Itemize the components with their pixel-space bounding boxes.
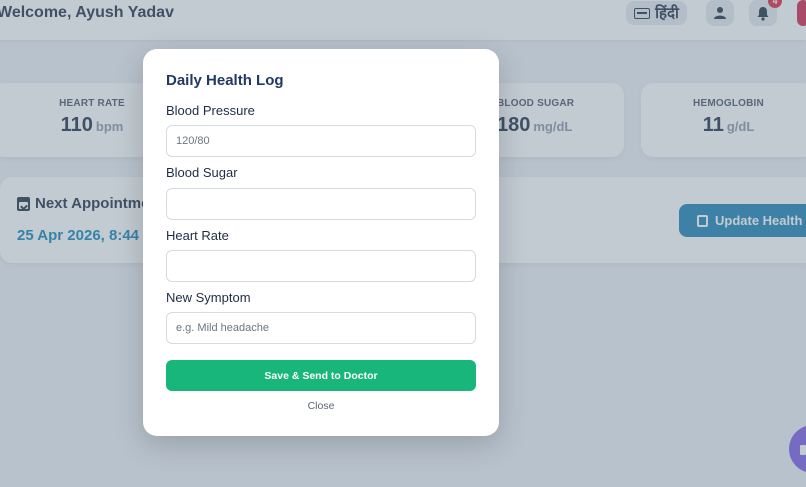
blood-sugar-label: Blood Sugar bbox=[166, 165, 238, 180]
daily-health-log-modal: Daily Health Log Blood Pressure Blood Su… bbox=[143, 49, 499, 436]
new-symptom-label: New Symptom bbox=[166, 290, 251, 305]
heart-rate-input[interactable] bbox=[166, 250, 476, 282]
heart-rate-label: Heart Rate bbox=[166, 228, 229, 243]
new-symptom-input[interactable] bbox=[166, 312, 476, 344]
blood-sugar-input[interactable] bbox=[166, 188, 476, 220]
blood-pressure-label: Blood Pressure bbox=[166, 103, 255, 118]
blood-pressure-input[interactable] bbox=[166, 125, 476, 157]
save-send-button[interactable]: Save & Send to Doctor bbox=[166, 360, 476, 391]
close-link[interactable]: Close bbox=[143, 400, 499, 412]
modal-title: Daily Health Log bbox=[166, 72, 284, 89]
